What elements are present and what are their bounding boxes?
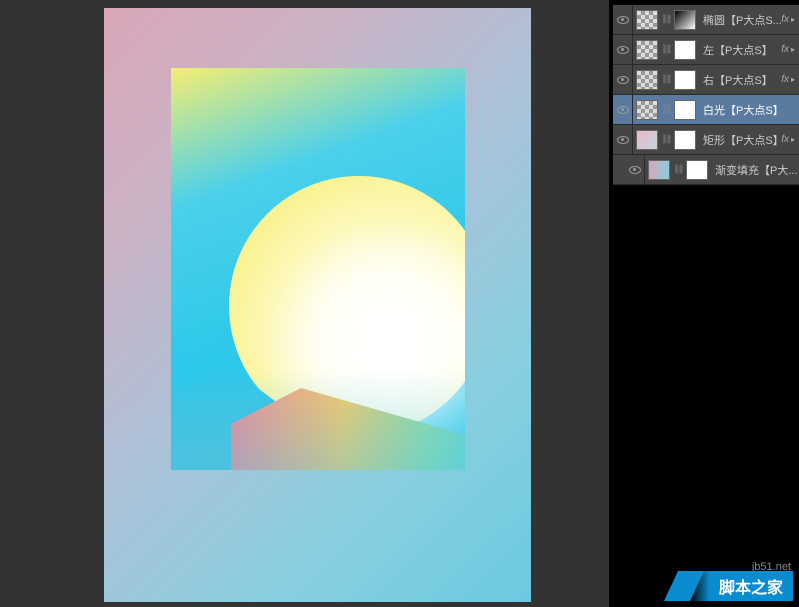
layer-thumbnail[interactable] xyxy=(636,130,658,150)
inner-artboard xyxy=(171,68,465,470)
eye-icon xyxy=(617,16,629,24)
layer-thumbnail[interactable] xyxy=(636,40,658,60)
eye-icon xyxy=(617,136,629,144)
eye-icon xyxy=(617,106,629,114)
visibility-toggle[interactable] xyxy=(613,35,633,65)
layer-thumbnail[interactable] xyxy=(636,70,658,90)
mask-thumbnail[interactable] xyxy=(674,40,696,60)
mask-thumbnail[interactable] xyxy=(674,10,696,30)
visibility-toggle[interactable] xyxy=(613,125,633,155)
layer-thumbnail[interactable] xyxy=(636,100,658,120)
layer-row-0[interactable]: ⛓椭圆【P大点S...fx xyxy=(613,5,799,35)
layer-row-5[interactable]: ⛓ 渐变填充【P大... xyxy=(613,155,799,185)
outer-artboard xyxy=(104,8,531,602)
layer-row-1[interactable]: ⛓左【P大点S】fx xyxy=(613,35,799,65)
link-icon[interactable]: ⛓ xyxy=(661,44,671,55)
mask-thumbnail[interactable] xyxy=(686,160,708,180)
eye-icon xyxy=(617,76,629,84)
layer-thumbnail[interactable] xyxy=(648,160,670,180)
link-icon[interactable]: ⛓ xyxy=(661,104,671,115)
link-icon[interactable]: ⛓ xyxy=(661,14,671,25)
layer-row-3[interactable]: ⛓ 白光【P大点S】 xyxy=(613,95,799,125)
eye-icon xyxy=(629,166,641,174)
layer-thumbnail[interactable] xyxy=(636,10,658,30)
fx-indicator[interactable]: fx xyxy=(781,134,795,145)
mask-thumbnail[interactable] xyxy=(674,70,696,90)
visibility-toggle[interactable] xyxy=(613,5,633,35)
visibility-toggle[interactable] xyxy=(625,155,645,185)
link-icon[interactable]: ⛓ xyxy=(673,164,683,175)
fx-indicator[interactable]: fx xyxy=(781,14,795,25)
fx-indicator[interactable]: fx xyxy=(781,44,795,55)
mask-thumbnail[interactable] xyxy=(674,100,696,120)
layer-row-4[interactable]: ⛓矩形【P大点S】fx xyxy=(613,125,799,155)
fx-indicator[interactable]: fx xyxy=(781,74,795,85)
canvas-area[interactable] xyxy=(0,0,609,607)
layer-name[interactable]: 渐变填充【P大... xyxy=(711,162,799,178)
brand-label: 脚本之家 xyxy=(689,571,793,601)
layer-row-2[interactable]: ⛓右【P大点S】fx xyxy=(613,65,799,95)
visibility-toggle[interactable] xyxy=(613,65,633,95)
eye-icon xyxy=(617,46,629,54)
link-icon[interactable]: ⛓ xyxy=(661,74,671,85)
layer-name[interactable]: 白光【P大点S】 xyxy=(699,102,799,118)
bottom-haze xyxy=(171,370,465,470)
mask-thumbnail[interactable] xyxy=(674,130,696,150)
layers-panel: ⛓椭圆【P大点S...fx⛓左【P大点S】fx⛓右【P大点S】fx⛓白光【P大点… xyxy=(613,5,799,185)
link-icon[interactable]: ⛓ xyxy=(661,134,671,145)
visibility-toggle[interactable] xyxy=(613,95,633,125)
